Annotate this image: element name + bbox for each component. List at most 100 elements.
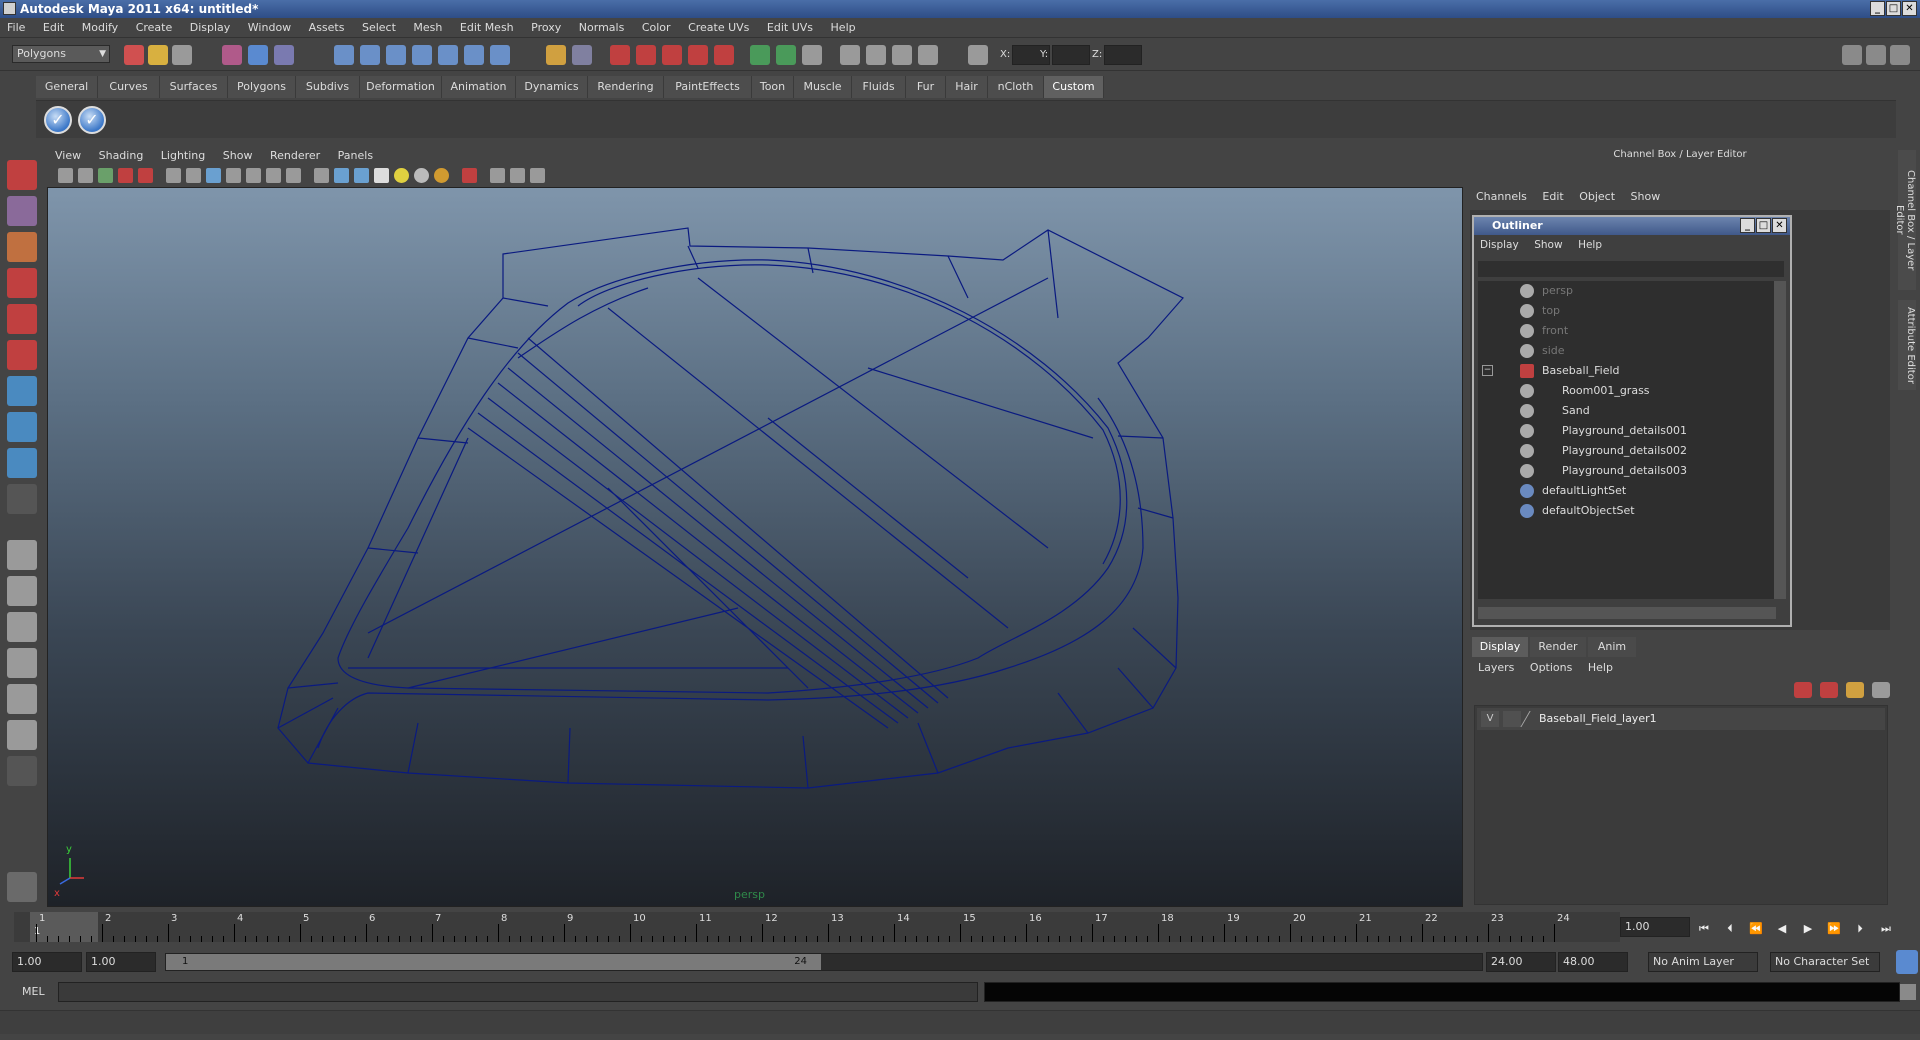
resolution-gate-icon[interactable] <box>206 168 221 183</box>
cb-edit-menu[interactable]: Edit <box>1536 188 1569 206</box>
menu-set-dropdown[interactable]: Polygons ▼ <box>12 45 110 63</box>
render-view-icon[interactable] <box>776 45 796 65</box>
safe-title-icon[interactable] <box>286 168 301 183</box>
layer-row[interactable]: V Baseball_Field_layer1 <box>1477 708 1885 730</box>
channel-box-icon[interactable] <box>866 45 886 65</box>
list-item[interactable]: Playground_details001 <box>1478 421 1768 441</box>
playback-end-field[interactable]: 24.00 <box>1486 952 1556 972</box>
select-tool-icon[interactable] <box>7 160 37 190</box>
soft-modification-icon[interactable] <box>7 412 37 442</box>
menu-help[interactable]: Help <box>824 18 863 38</box>
safe-action-icon[interactable] <box>266 168 281 183</box>
shelf-tab-polygons[interactable]: Polygons <box>228 76 296 98</box>
render-frame-icon[interactable] <box>662 45 682 65</box>
shelf-tab-custom[interactable]: Custom <box>1044 76 1104 98</box>
panel-menu-panels[interactable]: Panels <box>331 146 380 166</box>
outliner-maximize-button[interactable]: □ <box>1756 218 1771 233</box>
shelf-tab-ncloth[interactable]: nCloth <box>988 76 1044 98</box>
wireframe-on-shaded-icon[interactable] <box>354 168 369 183</box>
current-frame-field[interactable]: 1.00 <box>1620 917 1690 937</box>
image-plane-icon[interactable] <box>118 168 133 183</box>
shelf-tab-muscle[interactable]: Muscle <box>794 76 852 98</box>
save-scene-icon[interactable] <box>172 45 192 65</box>
menu-proxy[interactable]: Proxy <box>524 18 568 38</box>
outliner-layout-icon[interactable] <box>7 612 37 642</box>
layout-icon[interactable] <box>1842 45 1862 65</box>
menu-file[interactable]: File <box>0 18 32 38</box>
character-set-dropdown[interactable]: No Character Set <box>1770 952 1880 972</box>
graph-layout-icon[interactable] <box>7 648 37 678</box>
outliner-display-menu[interactable]: Display <box>1474 235 1525 255</box>
attribute-editor-toggle-icon[interactable] <box>802 45 822 65</box>
list-item[interactable]: − Baseball_Field <box>1478 361 1768 381</box>
four-pane-layout-icon[interactable] <box>7 576 37 606</box>
new-scene-icon[interactable] <box>124 45 144 65</box>
select-camera-icon[interactable] <box>58 168 73 183</box>
shelf-tab-dynamics[interactable]: Dynamics <box>516 76 588 98</box>
step-back-frame-icon[interactable]: ⏴ <box>1722 922 1738 936</box>
absolute-transform-icon[interactable] <box>968 45 988 65</box>
list-item[interactable]: Sand <box>1478 401 1768 421</box>
panel-menu-show[interactable]: Show <box>216 146 260 166</box>
command-input[interactable] <box>58 982 978 1002</box>
hypershade-icon[interactable] <box>750 45 770 65</box>
play-forwards-icon[interactable]: ▶ <box>1800 922 1816 936</box>
show-manipulator-icon[interactable] <box>7 448 37 478</box>
snap-surface-icon[interactable] <box>438 45 458 65</box>
relative-transform-icon[interactable] <box>918 45 938 65</box>
menu-window[interactable]: Window <box>241 18 298 38</box>
select-hierarchy-icon[interactable] <box>222 45 242 65</box>
cb-show-menu[interactable]: Show <box>1625 188 1667 206</box>
layer-display-type-toggle[interactable] <box>1503 711 1521 727</box>
layer-state-icon[interactable] <box>1846 682 1864 698</box>
list-item[interactable]: persp <box>1478 281 1768 301</box>
snap-point-icon[interactable] <box>386 45 406 65</box>
outliner-filter-field[interactable] <box>1478 261 1784 277</box>
high-quality-icon[interactable] <box>434 168 449 183</box>
outliner-help-menu[interactable]: Help <box>1572 235 1608 255</box>
perspective-viewport[interactable]: persp y x <box>47 187 1463 907</box>
list-item[interactable]: Playground_details003 <box>1478 461 1768 481</box>
shelf-tab-subdivs[interactable]: Subdivs <box>296 76 360 98</box>
channels-menu[interactable]: Channels <box>1470 188 1533 206</box>
animation-end-field[interactable]: 48.00 <box>1558 952 1628 972</box>
time-slider[interactable]: 1 1 2 3 4 5 6 7 8 9 10 11 12 13 14 15 16 17 18 19 20 21 22 23 2… <box>14 912 1620 942</box>
go-to-start-icon[interactable]: ⏮ <box>1696 922 1712 936</box>
grid-icon[interactable] <box>166 168 181 183</box>
list-item[interactable]: defaultLightSet <box>1478 481 1768 501</box>
anim-layer-dropdown[interactable]: No Anim Layer <box>1648 952 1758 972</box>
auto-key-icon[interactable] <box>1896 950 1918 974</box>
outliner-vertical-scrollbar[interactable] <box>1774 281 1786 599</box>
scale-tool-icon[interactable] <box>7 340 37 370</box>
smooth-shade-icon[interactable] <box>334 168 349 183</box>
shelf-tab-curves[interactable]: Curves <box>98 76 160 98</box>
render-layout-icon[interactable] <box>7 720 37 750</box>
custom-shelf-button-2[interactable]: ✓ <box>78 106 106 134</box>
maya-app-icon[interactable] <box>3 2 16 15</box>
rotate-tool-icon[interactable] <box>7 304 37 334</box>
tab-anim[interactable]: Anim <box>1588 637 1636 657</box>
outliner-horizontal-scrollbar[interactable] <box>1478 607 1776 619</box>
shelf-tab-animation[interactable]: Animation <box>442 76 516 98</box>
snap-grid-icon[interactable] <box>334 45 354 65</box>
output-ops-icon[interactable] <box>636 45 656 65</box>
menu-create-uvs[interactable]: Create UVs <box>681 18 756 38</box>
shadows-icon[interactable] <box>414 168 429 183</box>
universal-manipulator-icon[interactable] <box>7 376 37 406</box>
maximize-button[interactable]: □ <box>1886 1 1901 16</box>
layout-toggle-icon[interactable] <box>1866 45 1886 65</box>
move-tool-icon[interactable] <box>7 268 37 298</box>
textured-icon[interactable] <box>374 168 389 183</box>
menu-edit[interactable]: Edit <box>36 18 71 38</box>
x-ray-components-icon[interactable] <box>530 168 545 183</box>
range-slider-thumb[interactable]: 1 24 <box>166 954 821 970</box>
wireframe-icon[interactable] <box>314 168 329 183</box>
shelf-tab-fur[interactable]: Fur <box>906 76 946 98</box>
panel-menu-view[interactable]: View <box>48 146 88 166</box>
shelf-tab-toon[interactable]: Toon <box>752 76 794 98</box>
help-icon[interactable] <box>490 45 510 65</box>
y-input[interactable] <box>1052 45 1090 65</box>
shelf-tab-deformation[interactable]: Deformation <box>360 76 442 98</box>
menu-mesh[interactable]: Mesh <box>406 18 449 38</box>
shelf-tab-painteffects[interactable]: PaintEffects <box>664 76 752 98</box>
